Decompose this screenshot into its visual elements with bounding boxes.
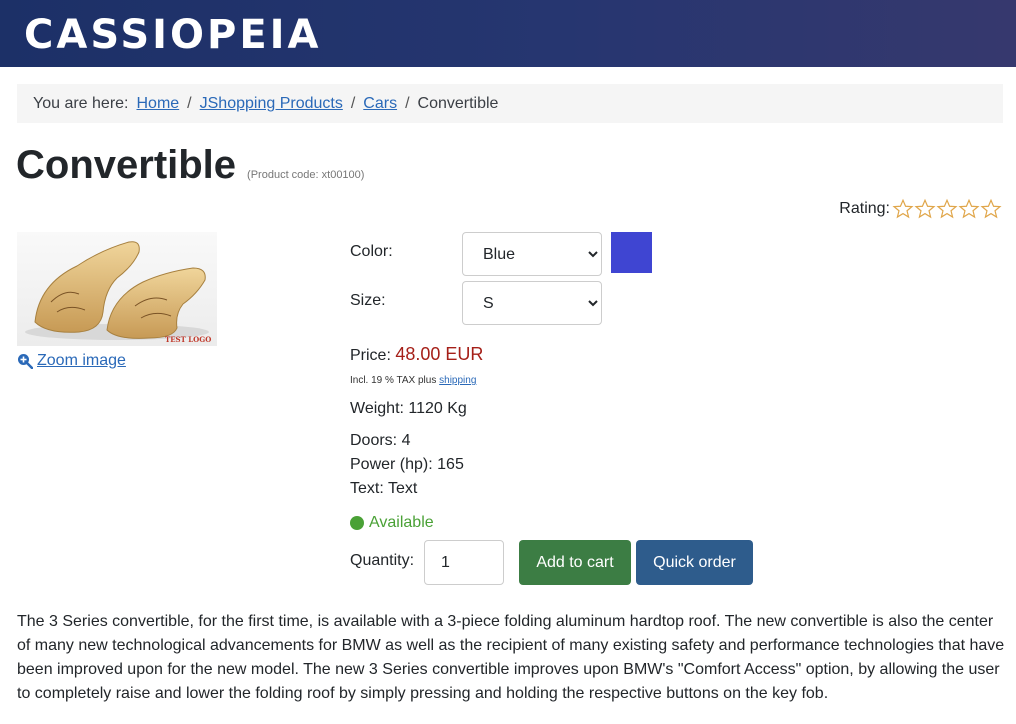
star-outline-icon	[892, 198, 914, 219]
green-dot-icon	[350, 516, 364, 530]
rating-stars	[892, 198, 1002, 220]
availability-label: Available	[369, 514, 434, 531]
site-brand[interactable]: CASSIOPEIA	[24, 12, 322, 58]
add-to-cart-button[interactable]: Add to cart	[519, 540, 631, 585]
product-description: The 3 Series convertible, for the first …	[17, 613, 1005, 702]
breadcrumb-cars-link[interactable]: Cars	[363, 95, 397, 113]
product-title-row: Convertible (Product code: xt00100)	[16, 140, 364, 190]
star-outline-icon	[914, 198, 936, 219]
breadcrumb-separator: /	[187, 94, 192, 112]
breadcrumb-products-link[interactable]: JShopping Products	[200, 95, 343, 113]
product-code: (Product code: xt00100)	[247, 169, 365, 181]
star-outline-icon	[936, 198, 958, 219]
price-label: Price:	[350, 347, 391, 364]
extra-field-text: Text: Text	[350, 480, 418, 497]
quantity-input[interactable]	[424, 540, 504, 585]
shipping-link[interactable]: shipping	[439, 375, 476, 386]
product-title: Convertible	[16, 143, 237, 187]
extra-field-power: Power (hp): 165	[350, 456, 464, 473]
tax-info: Incl. 19 % TAX plus shipping	[350, 375, 476, 386]
breadcrumb-current: Convertible	[417, 94, 499, 112]
color-select[interactable]: Blue	[462, 232, 602, 276]
product-price: Price: 48.00 EUR	[350, 344, 483, 365]
breadcrumb: You are here: Home / JShopping Products …	[17, 84, 1003, 123]
image-watermark: TEST LOGO	[165, 335, 211, 344]
tax-plus: plus	[418, 375, 437, 386]
quick-order-button[interactable]: Quick order	[636, 540, 753, 585]
zoom-in-icon	[18, 354, 33, 369]
size-select[interactable]: S	[462, 281, 602, 325]
availability-status: Available	[350, 514, 434, 532]
zoom-image-link[interactable]: Zoom image	[17, 352, 126, 370]
size-label: Size:	[350, 292, 386, 309]
extra-field-doors: Doors: 4	[350, 432, 411, 449]
product-weight: Weight: 1120 Kg	[350, 400, 467, 417]
product-rating: Rating:	[839, 198, 1002, 220]
star-outline-icon	[958, 198, 980, 219]
site-header: CASSIOPEIA	[0, 0, 1016, 67]
color-swatch	[611, 232, 652, 273]
price-value: 48.00 EUR	[395, 344, 484, 364]
breadcrumb-separator: /	[350, 94, 356, 112]
rating-label: Rating:	[839, 200, 890, 217]
quantity-label: Quantity:	[350, 552, 415, 569]
tax-text: Incl. 19 % TAX	[350, 375, 416, 386]
breadcrumb-label: You are here:	[33, 94, 129, 112]
product-image[interactable]: TEST LOGO	[17, 232, 217, 346]
zoom-image-label: Zoom image	[37, 352, 126, 369]
star-outline-icon	[980, 198, 1002, 219]
breadcrumb-separator: /	[405, 94, 410, 112]
color-label: Color:	[350, 243, 393, 260]
wooden-clogs-image: TEST LOGO	[25, 241, 211, 344]
breadcrumb-home-link[interactable]: Home	[136, 95, 179, 113]
